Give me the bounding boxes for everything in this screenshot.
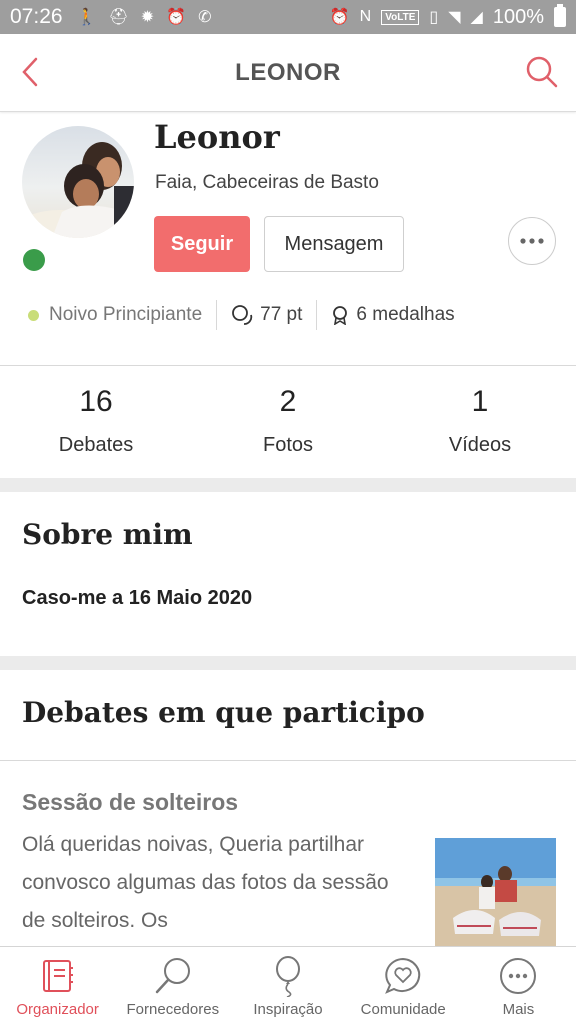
beach-photo bbox=[435, 838, 556, 948]
profile-meta: Noivo Principiante 77 pt 6 medalhas bbox=[28, 298, 455, 332]
nav-label: Organizador bbox=[16, 1001, 99, 1018]
status-bar: 07:26 🚶 ⛑ ✹ ⏰ ✆ ⏰ N VoLTE ▯ ◥ ◢ 100% bbox=[0, 0, 576, 34]
profile-name: Leonor bbox=[154, 118, 280, 156]
volte-icon: VoLTE bbox=[381, 9, 420, 25]
more-horizontal-icon bbox=[520, 238, 544, 244]
back-button[interactable] bbox=[12, 54, 48, 90]
divider bbox=[0, 365, 576, 366]
alarm-icon: ⏰ bbox=[166, 9, 187, 26]
debates-title: Debates em que participo bbox=[22, 696, 425, 729]
follow-button[interactable]: Seguir bbox=[154, 216, 250, 272]
nav-suppliers[interactable]: Fornecedores bbox=[115, 947, 230, 1024]
nav-label: Inspiração bbox=[253, 1001, 323, 1018]
points: 77 pt bbox=[231, 304, 302, 326]
stat-debates[interactable]: 16 Debates bbox=[0, 382, 192, 457]
post-title[interactable]: Sessão de solteiros bbox=[22, 789, 238, 816]
satellite-icon: ✆ bbox=[198, 9, 212, 26]
nav-label: Comunidade bbox=[360, 1001, 446, 1018]
profile-location: Faia, Cabeceiras de Basto bbox=[155, 172, 379, 193]
search-icon bbox=[155, 958, 190, 994]
vibrate-icon: ▯ bbox=[429, 9, 439, 26]
nav-more[interactable]: Mais bbox=[461, 947, 576, 1024]
about-title: Sobre mim bbox=[22, 518, 193, 551]
walk-icon: 🚶 bbox=[76, 9, 97, 26]
nav-community[interactable]: Comunidade bbox=[346, 947, 461, 1024]
speech-bubbles-icon bbox=[232, 305, 253, 325]
nav-inspiration[interactable]: Inspiração bbox=[230, 947, 345, 1024]
divider bbox=[216, 300, 218, 330]
search-button[interactable] bbox=[522, 52, 562, 92]
post-excerpt[interactable]: Olá queridas noivas, Queria partilhar co… bbox=[22, 826, 414, 940]
online-status-dot bbox=[23, 249, 45, 271]
message-button[interactable]: Mensagem bbox=[264, 216, 404, 272]
bottom-navigation: Organizador Fornecedores Inspiração Comu… bbox=[0, 946, 576, 1024]
nav-label: Mais bbox=[502, 1001, 535, 1018]
rank-dot-icon bbox=[28, 309, 39, 321]
rank: Noivo Principiante bbox=[28, 304, 202, 326]
battery-percent: 100% bbox=[492, 5, 544, 28]
planner-icon bbox=[42, 960, 73, 992]
medals-label: 6 medalhas bbox=[356, 304, 455, 325]
stat-value: 1 bbox=[471, 385, 489, 418]
chevron-left-icon bbox=[22, 57, 38, 87]
alarm-icon: ⏰ bbox=[329, 9, 350, 26]
stat-label: Vídeos bbox=[448, 434, 512, 456]
points-label: 77 pt bbox=[260, 304, 303, 325]
stat-photos[interactable]: 2 Fotos bbox=[192, 382, 384, 457]
stat-value: 2 bbox=[279, 385, 297, 418]
signal-icon: ◢ bbox=[470, 9, 483, 26]
avatar[interactable] bbox=[22, 126, 134, 238]
stat-label: Debates bbox=[58, 434, 134, 456]
heart-chat-icon bbox=[385, 957, 421, 994]
medal-icon bbox=[333, 306, 348, 325]
more-icon bbox=[500, 958, 537, 994]
about-text: Caso-me a 16 Maio 2020 bbox=[22, 587, 253, 609]
page-title: LEONOR bbox=[235, 58, 341, 86]
nav-label: Fornecedores bbox=[126, 1001, 220, 1018]
battery-icon bbox=[554, 4, 566, 27]
bug-icon: ✹ bbox=[140, 9, 155, 26]
status-time: 07:26 bbox=[10, 5, 63, 28]
hat-icon: ⛑ bbox=[108, 9, 129, 26]
nfc-icon: N bbox=[359, 8, 372, 25]
nav-organizer[interactable]: Organizador bbox=[0, 947, 115, 1024]
notification-icons: 🚶 ⛑ ✹ ⏰ ✆ bbox=[77, 7, 212, 27]
stat-label: Fotos bbox=[262, 434, 314, 456]
stat-value: 16 bbox=[79, 385, 113, 418]
section-gap bbox=[0, 656, 576, 670]
medals: 6 medalhas bbox=[331, 304, 455, 326]
balloon-icon bbox=[276, 956, 300, 997]
search-icon bbox=[526, 56, 558, 88]
wifi-icon: ◥ bbox=[448, 9, 461, 26]
couple-photo bbox=[22, 126, 134, 238]
divider bbox=[0, 760, 576, 761]
stat-videos[interactable]: 1 Vídeos bbox=[384, 382, 576, 457]
post-thumbnail[interactable] bbox=[435, 838, 556, 948]
section-gap bbox=[0, 478, 576, 492]
divider bbox=[316, 300, 318, 330]
more-options-button[interactable] bbox=[508, 217, 556, 265]
app-header: LEONOR bbox=[0, 34, 576, 112]
system-icons: ⏰ N VoLTE ▯ ◥ ◢ 100% bbox=[329, 4, 566, 29]
rank-label: Noivo Principiante bbox=[49, 304, 203, 325]
